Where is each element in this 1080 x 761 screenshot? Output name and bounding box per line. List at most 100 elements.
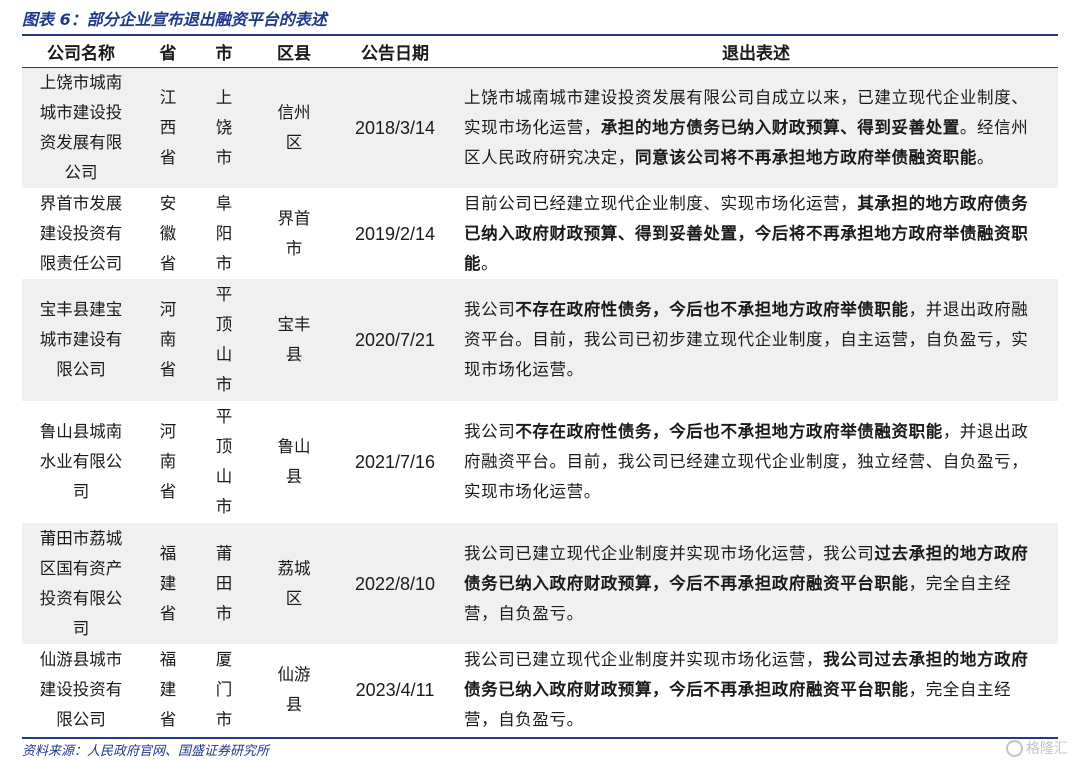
cell-district-text: 信州区 xyxy=(277,103,311,152)
company-line: 区国有资产 xyxy=(39,558,123,578)
cell-district: 鲁山县 xyxy=(252,401,336,523)
table-row: 宝丰县建宝 城市建设有 限公司 河南省 平顶山市 宝丰县 2020/7/21 我公司不存在政府… xyxy=(22,279,1058,401)
cell-statement: 上饶市城南城市建设投资发展有限公司自成立以来，已建立现代企业制度、实现市场化运营… xyxy=(454,67,1058,188)
cell-province-text: 安徽省 xyxy=(159,193,177,273)
cell-province: 河南省 xyxy=(140,279,196,401)
company-line: 仙游县城市 xyxy=(39,649,123,669)
cell-statement: 目前公司已经建立现代企业制度、实现市场化运营，其承担的地方政府债务已纳入政府财政… xyxy=(454,188,1058,279)
source-note: 资料来源：人民政府官网、国盛证券研究所 xyxy=(22,744,270,759)
exit-statements-table: 公司名称 省 市 区县 公告日期 退出表述 上饶市城南 城市建设投 资发展有限 公司江… xyxy=(22,36,1058,735)
table-row: 上饶市城南 城市建设投 资发展有限 公司 江西省 上饶市 信州区 2018/3/14 上饶市城南… xyxy=(22,67,1058,188)
cell-province: 福建省 xyxy=(140,644,196,735)
company-line: 限公司 xyxy=(56,709,106,729)
cell-city: 厦门市 xyxy=(196,644,252,735)
company-line: 司 xyxy=(72,482,90,501)
cell-city: 上饶市 xyxy=(196,67,252,188)
header-company: 公司名称 xyxy=(22,36,140,68)
company-line: 莆田市荔城 xyxy=(39,528,123,548)
cell-district: 荔城区 xyxy=(252,523,336,644)
statement-text: 我公司已建立现代企业制度并实现市场化运营， xyxy=(464,649,824,669)
company-line: 鲁山县城南 xyxy=(39,422,123,441)
cell-date: 2018/3/14 xyxy=(336,67,454,188)
cell-district: 界首市 xyxy=(252,188,336,279)
cell-company: 界首市发展建设投资有限责任公司 xyxy=(22,188,140,279)
cell-company: 鲁山县城南水业有限公司 xyxy=(22,401,140,523)
table-row: 仙游县城市建设投资有限公司 福建省 厦门市 仙游县 2023/4/11 我公司已建立现代企… xyxy=(22,644,1058,735)
company-line: 投资有限公 xyxy=(39,588,123,608)
statement-text: 我公司 xyxy=(464,300,516,319)
cell-city: 平顶山市 xyxy=(196,279,252,401)
company-line: 宝丰县建宝 xyxy=(39,300,123,319)
cell-province: 河南省 xyxy=(140,401,196,523)
cell-company: 莆田市荔城区国有资产投资有限公司 xyxy=(22,523,140,644)
figure-title: 图表 6：部分企业宣布退出融资平台的表述 xyxy=(22,10,327,29)
cell-city: 阜阳市 xyxy=(196,188,252,279)
cell-company: 仙游县城市建设投资有限公司 xyxy=(22,644,140,735)
header-date: 公告日期 xyxy=(336,36,454,68)
cell-city-text: 平顶山市 xyxy=(215,407,233,516)
table-row: 莆田市荔城 区国有资产 投资有限公司福建省 莆田市 荔城区 2022/8/10 我公司已建立… xyxy=(22,523,1058,644)
cell-city-text: 厦门市 xyxy=(215,649,233,729)
statement-text: 目前公司已经建立现代企业制度、实现市场化运营， xyxy=(464,193,858,213)
cell-province-text: 河南省 xyxy=(159,300,177,379)
statement-text: 我公司已建立现代企业制度并实现市场化运营，我公司 xyxy=(464,543,875,563)
cell-district: 仙游县 xyxy=(252,644,336,735)
statement-emphasis: 不存在政府性债务，今后也不承担地方政府举债职能 xyxy=(515,300,909,319)
company-line: 限公司 xyxy=(56,360,106,379)
table-row: 鲁山县城南水业有限公司 河南省 平顶山市 鲁山县 2021/7/16 我公司不存在政府性债… xyxy=(22,401,1058,523)
cell-city: 莆田市 xyxy=(196,523,252,644)
cell-statement: 我公司不存在政府性债务，今后也不承担地方政府举债职能，并退出政府融资平台。目前，… xyxy=(454,279,1058,401)
cell-province-text: 江西省 xyxy=(159,88,177,167)
cell-province: 安徽省 xyxy=(140,188,196,279)
table-header-row: 公司名称 省 市 区县 公告日期 退出表述 xyxy=(22,36,1058,68)
cell-statement: 我公司已建立现代企业制度并实现市场化运营，我公司过去承担的地方政府债务已纳入政府… xyxy=(454,644,1058,735)
cell-statement: 我公司不存在政府性债务，今后也不承担地方政府举债融资职能，并退出政府融资平台。目… xyxy=(454,401,1058,523)
watermark-text: 格隆汇 xyxy=(1026,741,1068,757)
cell-company: 宝丰县建宝城市建设有限公司 xyxy=(22,279,140,401)
statement-text: 。 xyxy=(977,148,995,167)
company-line: 上饶市城南 xyxy=(39,73,123,92)
cell-city: 平顶山市 xyxy=(196,401,252,523)
cell-province-text: 福建省 xyxy=(159,649,177,729)
company-line: 限责任公司 xyxy=(39,253,123,273)
header-city: 市 xyxy=(196,36,252,68)
table-row: 界首市发展建设投资有限责任公司 安徽省 阜阳市 界首市 2019/2/14 目前公司已经建… xyxy=(22,188,1058,279)
company-line: 城市建设有 xyxy=(39,330,123,349)
statement-text: 。 xyxy=(481,253,499,273)
watermark-logo-icon xyxy=(1006,739,1023,757)
statement-text: 我公司 xyxy=(464,422,516,441)
company-line: 建设投资有 xyxy=(39,679,123,699)
cell-district-text: 界首市 xyxy=(277,208,311,258)
company-line: 建设投资有 xyxy=(39,223,123,243)
company-line: 公司 xyxy=(64,163,98,182)
cell-company: 上饶市城南 城市建设投 资发展有限 公司 xyxy=(22,67,140,188)
cell-date: 2023/4/11 xyxy=(355,679,435,700)
statement-emphasis: 不存在政府性债务，今后也不承担地方政府举债融资职能 xyxy=(515,422,943,441)
header-statement: 退出表述 xyxy=(454,36,1058,68)
watermark: 格隆汇 xyxy=(1006,738,1068,758)
company-line: 资发展有限 xyxy=(39,133,123,152)
company-line: 司 xyxy=(72,618,90,638)
cell-district-text: 荔城区 xyxy=(277,558,311,608)
company-line: 水业有限公 xyxy=(39,452,123,471)
cell-city-text: 莆田市 xyxy=(215,543,233,623)
statement-emphasis: 同意该公司将不再承担地方政府举债融资职能 xyxy=(635,148,977,167)
cell-statement: 我公司已建立现代企业制度并实现市场化运营，我公司过去承担的地方政府债务已纳入政府… xyxy=(454,523,1058,644)
cell-date: 2019/2/14 xyxy=(354,223,436,244)
header-province: 省 xyxy=(140,36,196,68)
company-line: 界首市发展 xyxy=(39,193,123,213)
cell-district-text: 宝丰县 xyxy=(277,315,311,364)
statement-emphasis: 承担的地方债务已纳入财政预算、得到妥善处置 xyxy=(600,118,960,137)
cell-city-text: 阜阳市 xyxy=(215,193,233,273)
table-bottom-rule xyxy=(22,737,1058,739)
cell-district: 宝丰县 xyxy=(252,279,336,401)
cell-district: 信州区 xyxy=(252,67,336,188)
cell-province-text: 福建省 xyxy=(159,543,177,623)
cell-province: 福建省 xyxy=(140,523,196,644)
header-district: 区县 xyxy=(252,36,336,68)
cell-city-text: 上饶市 xyxy=(215,88,233,167)
cell-province-text: 河南省 xyxy=(159,422,177,501)
cell-date: 2021/7/16 xyxy=(354,452,436,472)
cell-district-text: 鲁山县 xyxy=(277,437,311,486)
cell-city-text: 平顶山市 xyxy=(215,285,233,394)
